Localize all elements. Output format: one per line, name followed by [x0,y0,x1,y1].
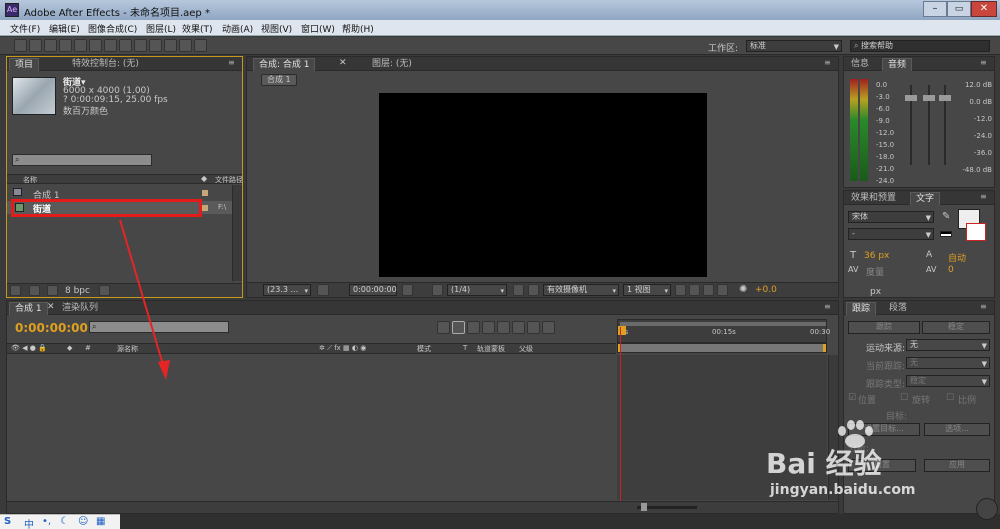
moon-icon[interactable]: ☾ [60,516,69,527]
paw-toe [847,420,855,430]
arrow-head [158,360,170,380]
arrow-line [119,219,165,369]
ime-logo-icon[interactable]: S [4,516,11,527]
smiley-icon[interactable]: ☺ [78,516,88,527]
corner-badge [976,498,998,520]
watermark-brand: Bai 经验 [766,447,882,480]
baidu-watermark: Bai 经验 jingyan.baidu.com [766,420,966,508]
ime-toolbar: S 中 •, ☾ ☺ ▦ [0,514,120,529]
paw-toe [838,426,846,436]
paw-toe [856,420,864,430]
taskbar-strip [120,514,1000,529]
punctuation-icon[interactable]: •, [42,516,51,527]
ime-language[interactable]: 中 [24,516,34,529]
grid-menu-icon[interactable]: ▦ [96,516,105,527]
paw-toe [865,426,873,436]
watermark-url: jingyan.baidu.com [770,482,916,498]
